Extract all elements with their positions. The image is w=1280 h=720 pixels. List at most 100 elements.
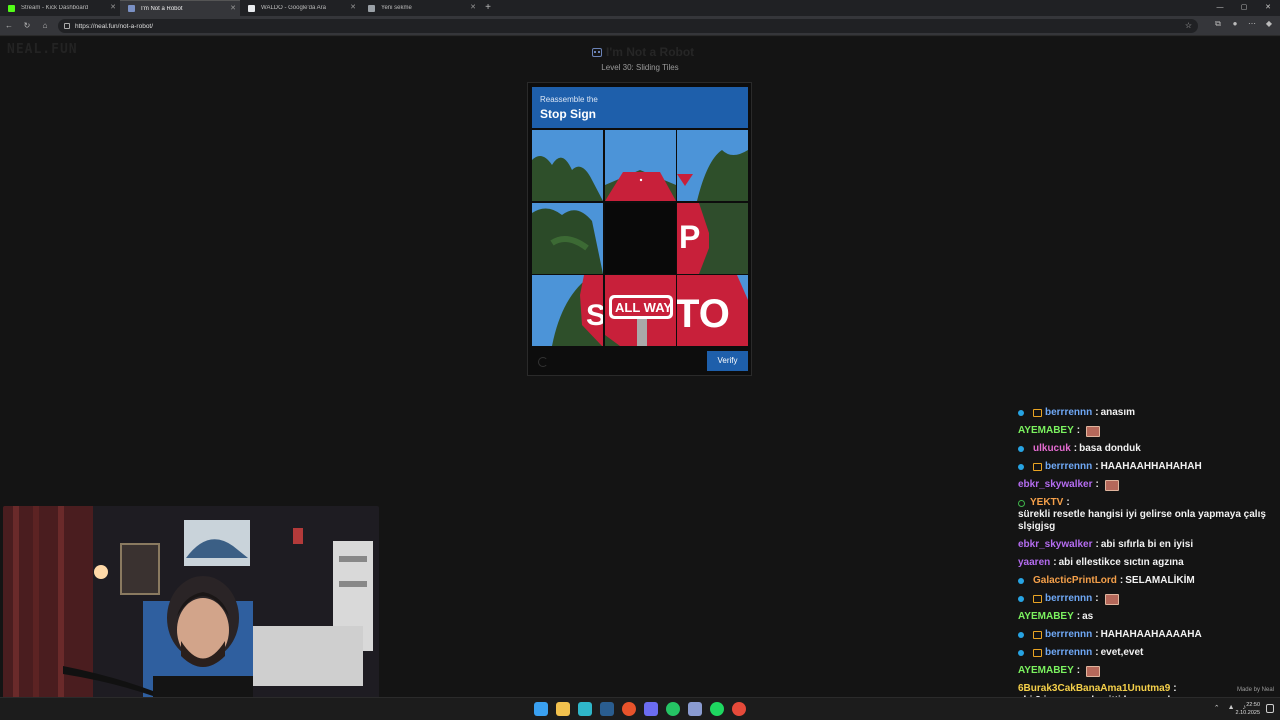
reload-icon[interactable]: ↻ xyxy=(18,21,36,30)
chat-text: basa donduk xyxy=(1079,443,1141,454)
tile-image: S xyxy=(532,275,603,346)
chrome-icon[interactable] xyxy=(732,702,746,716)
chat-separator: : xyxy=(1053,557,1057,568)
chat-badge-gem-icon xyxy=(1018,650,1024,656)
file-explorer-icon[interactable] xyxy=(556,702,570,716)
svg-text:S: S xyxy=(586,299,603,332)
taskbar-apps xyxy=(534,702,746,716)
level-label: Level 30: Sliding Tiles xyxy=(601,63,679,72)
chat-username[interactable]: berrrennn xyxy=(1045,593,1092,605)
steam-icon[interactable] xyxy=(600,702,614,716)
spotify-icon[interactable] xyxy=(710,702,724,716)
tile-image: ALL WAY xyxy=(604,275,676,346)
chat-username[interactable]: yaaren xyxy=(1018,557,1050,569)
verify-button[interactable]: Verify xyxy=(707,351,748,371)
new-tab-button[interactable]: + xyxy=(480,0,496,16)
chat-username[interactable]: AYEMABEY xyxy=(1018,611,1074,623)
puzzle-tile[interactable]: P xyxy=(677,202,748,274)
chat-message: AYEMABEY: xyxy=(1018,665,1276,677)
screen: Stream - Kick Dashboard ✕ I'm Not a Robot ✕… xyxy=(0,0,1280,720)
chat-username[interactable]: ebkr_skywalker xyxy=(1018,479,1093,491)
tile-grid: P S ALL WAY TO xyxy=(532,130,748,346)
chat-text: anasım xyxy=(1100,407,1136,418)
browser-tab[interactable]: I'm Not a Robot ✕ xyxy=(120,0,240,16)
chat-username[interactable]: 6Burak3CakBanaAma1Unutma9 xyxy=(1018,683,1170,695)
captcha-header: Reassemble the Stop Sign xyxy=(532,87,748,128)
extensions-icon[interactable]: ⧉ xyxy=(1213,19,1223,31)
chat-username[interactable]: ulkucuk xyxy=(1033,443,1071,455)
chat-emote-icon xyxy=(1104,479,1119,491)
chat-username[interactable]: AYEMABEY xyxy=(1018,425,1074,437)
puzzle-tile[interactable] xyxy=(532,202,603,274)
chat-text: sürekli resetle hangisi iyi gelirse onla… xyxy=(1018,509,1266,532)
chat-username[interactable]: YEKTV xyxy=(1030,497,1063,509)
chat-separator: : xyxy=(1095,593,1099,604)
puzzle-tile[interactable]: ALL WAY xyxy=(604,275,676,346)
bookmark-star-icon[interactable]: ☆ xyxy=(1185,21,1192,30)
browser-tab[interactable]: WALDO - Google'da Ara ✕ xyxy=(240,0,360,16)
notification-icon[interactable] xyxy=(1266,704,1274,713)
page-title: I'm Not a Robot xyxy=(592,45,694,59)
captcha-reload-icon[interactable] xyxy=(538,357,548,367)
captcha-instruction: Reassemble the xyxy=(540,95,598,104)
chat-text: evet,evet xyxy=(1100,647,1144,658)
tile-image xyxy=(532,202,603,274)
browser-tab[interactable]: Yeni sekme ✕ xyxy=(360,0,480,16)
window-controls: — ▢ ✕ xyxy=(1208,0,1280,16)
chat-message: berrrennn: evet,evet xyxy=(1018,647,1276,659)
puzzle-tile[interactable] xyxy=(604,130,676,201)
clock[interactable]: 22:50 2.10.2025 xyxy=(1236,701,1260,717)
copilot-icon[interactable]: ◆ xyxy=(1264,19,1274,31)
browser-icon[interactable] xyxy=(622,702,636,716)
discord-icon[interactable] xyxy=(644,702,658,716)
clock-time: 22:50 xyxy=(1246,702,1260,708)
browser-extras: ⧉ ● ⋯ ◆ xyxy=(1213,19,1274,31)
empty-tile-slot[interactable] xyxy=(604,202,676,274)
menu-icon[interactable]: ⋯ xyxy=(1247,19,1257,31)
chat-username[interactable]: berrrennn xyxy=(1045,407,1092,419)
url-field[interactable]: https://neal.fun/not-a-robot/ ☆ xyxy=(58,19,1198,33)
chat-badge-gem-icon xyxy=(1018,578,1024,584)
network-icon[interactable]: ▲ xyxy=(1228,704,1235,712)
clock-date: 2.10.2025 xyxy=(1235,710,1260,716)
app-icon[interactable] xyxy=(688,702,702,716)
chat-username[interactable]: berrrennn xyxy=(1045,629,1092,641)
chat-username[interactable]: GalacticPrintLord xyxy=(1033,575,1117,587)
browser-tab[interactable]: Stream - Kick Dashboard ✕ xyxy=(0,0,120,16)
tab-favicon-icon xyxy=(8,4,15,12)
site-info-icon[interactable] xyxy=(64,23,70,29)
back-icon[interactable]: ← xyxy=(0,21,18,30)
close-window-icon[interactable]: ✕ xyxy=(1256,0,1280,16)
maximize-icon[interactable]: ▢ xyxy=(1232,0,1256,16)
puzzle-tile[interactable] xyxy=(677,130,748,201)
tab-close-icon[interactable]: ✕ xyxy=(350,4,356,12)
start-icon[interactable] xyxy=(534,702,548,716)
chat-username[interactable]: berrrennn xyxy=(1045,461,1092,473)
made-by-credit: Made by Neal xyxy=(1236,687,1274,693)
tile-image xyxy=(677,130,748,201)
tab-close-icon[interactable]: ✕ xyxy=(230,5,236,13)
tab-close-icon[interactable]: ✕ xyxy=(470,4,476,12)
whatsapp-icon[interactable] xyxy=(666,702,680,716)
puzzle-tile[interactable]: S xyxy=(532,275,603,346)
chat-username[interactable]: ebkr_skywalker xyxy=(1018,539,1093,551)
profile-icon[interactable]: ● xyxy=(1230,19,1240,31)
edge-icon[interactable] xyxy=(578,702,592,716)
tile-image xyxy=(604,130,676,201)
minimize-icon[interactable]: — xyxy=(1208,0,1232,16)
site-logo[interactable]: NEAL.FUN xyxy=(7,42,78,57)
home-icon[interactable]: ⌂ xyxy=(36,21,54,30)
chat-message: AYEMABEY: xyxy=(1018,425,1276,437)
chat-message: ebkr_skywalker: xyxy=(1018,479,1276,491)
tray-chevron-icon[interactable]: ⌃ xyxy=(1214,704,1220,712)
puzzle-tile[interactable] xyxy=(532,130,603,201)
tab-close-icon[interactable]: ✕ xyxy=(110,4,116,12)
chat-text: HAHAHAAHAAAAHA xyxy=(1100,629,1202,640)
chat-username[interactable]: berrrennn xyxy=(1045,647,1092,659)
tile-image: TO xyxy=(677,275,748,346)
puzzle-tile[interactable]: TO xyxy=(677,275,748,346)
chat-separator: : xyxy=(1076,611,1081,622)
chat-username[interactable]: AYEMABEY xyxy=(1018,665,1074,677)
chat-message: berrrennn: HAAHAAHHAHAHAH xyxy=(1018,461,1276,473)
chat-message: ulkucuk: basa donduk xyxy=(1018,443,1276,455)
